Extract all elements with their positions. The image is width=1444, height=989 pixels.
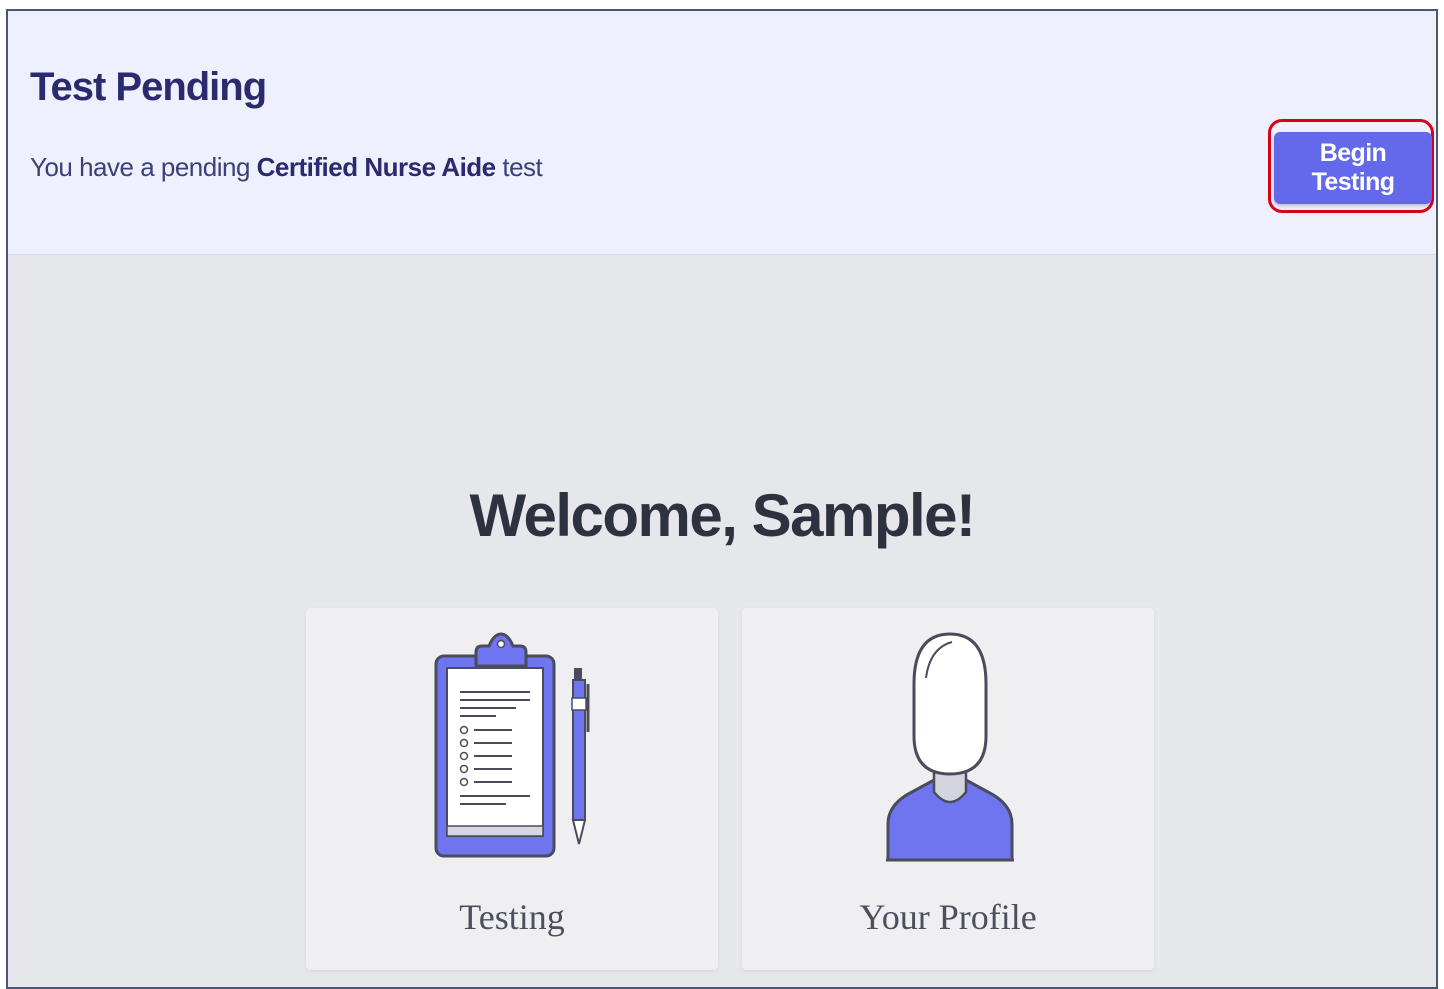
your-profile-card-label: Your Profile [859,897,1037,937]
test-pending-banner: Test Pending You have a pending Certifie… [8,11,1436,255]
user-profile-icon [886,632,1014,862]
welcome-heading: Welcome, Sample! [469,482,976,549]
testing-card[interactable]: Testing [306,608,718,970]
test-name: Certified Nurse Aide [256,152,496,182]
banner-message: You have a pending Certified Nurse Aide … [30,152,543,183]
clipboard-icon [434,632,590,858]
testing-card-label: Testing [459,897,565,937]
banner-message-prefix: You have a pending [30,152,257,182]
begin-testing-button[interactable]: Begin Testing [1274,132,1432,204]
banner-title: Test Pending [30,65,267,109]
your-profile-card[interactable]: Your Profile [742,608,1154,970]
banner-message-suffix: test [495,152,543,182]
app-frame: Test Pending You have a pending Certifie… [6,9,1438,989]
